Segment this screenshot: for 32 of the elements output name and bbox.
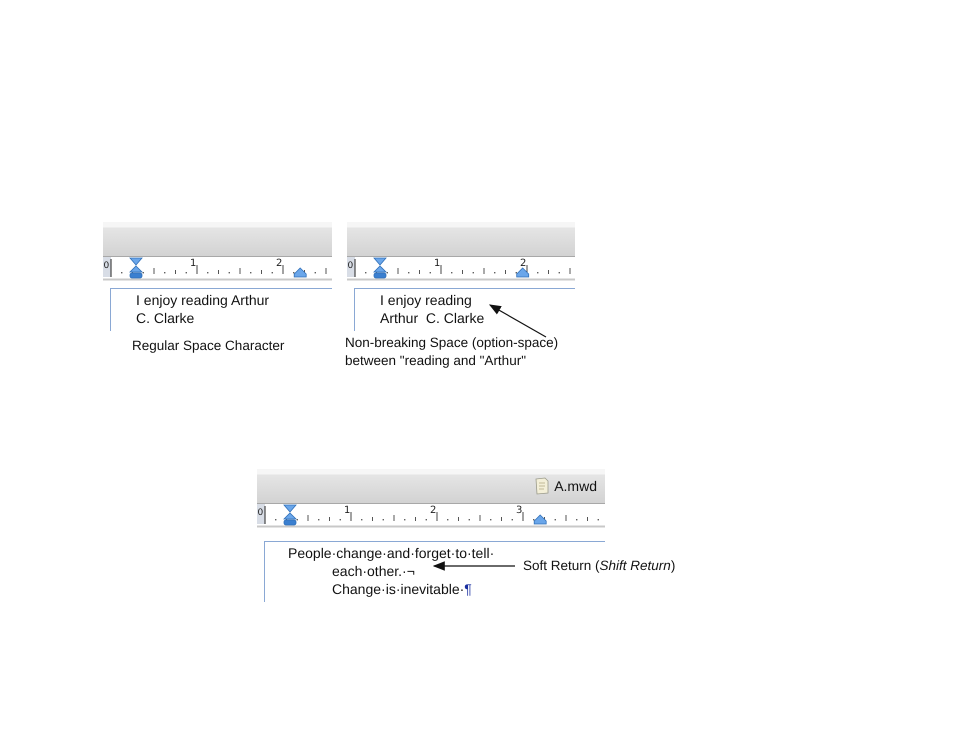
text-line: Arthur C. Clarke — [379, 309, 484, 327]
text-line: C. Clarke — [135, 309, 194, 327]
right-indent-icon[interactable] — [516, 267, 530, 278]
ruler-number: 1 — [344, 505, 350, 516]
caption: Soft Return (Shift Return) — [523, 557, 676, 575]
ruler-number: 2 — [430, 505, 436, 516]
ruler-number: 1 — [434, 258, 440, 269]
caption: between "reading and "Arthur" — [345, 352, 527, 370]
ruler-number: 1 — [190, 258, 196, 269]
text-line: People·change·and·forget·to·tell· — [287, 544, 494, 562]
right-indent-icon[interactable] — [534, 514, 547, 524]
ruler-number: 3 — [516, 505, 522, 516]
indent-marker-icon[interactable] — [283, 504, 297, 526]
ruler[interactable]: 0 1 2 — [347, 257, 575, 281]
file-name: A.mwd — [554, 478, 597, 494]
ruler-number: 2 — [276, 258, 282, 269]
document-icon — [534, 477, 550, 495]
text-line: I enjoy reading Arthur — [135, 291, 270, 309]
ruler[interactable]: 0 1 2 — [103, 257, 332, 281]
text-line: each·other.·¬ — [331, 562, 415, 580]
ruler-number: 2 — [520, 258, 526, 269]
ruler[interactable]: 0 1 2 3 — [257, 504, 605, 528]
right-indent-icon[interactable] — [294, 267, 307, 278]
ruler-number: 0 — [258, 508, 264, 518]
ruler-number: 0 — [348, 261, 354, 271]
ruler-number: 0 — [104, 261, 110, 271]
indent-marker-icon[interactable] — [129, 258, 143, 278]
text-line: Change·is·inevitable·¶ — [331, 580, 472, 598]
caption: Non-breaking Space (option-space) — [345, 334, 560, 352]
text-line: I enjoy reading — [379, 291, 472, 309]
indent-marker-icon[interactable] — [373, 258, 387, 278]
arrow — [488, 304, 546, 338]
